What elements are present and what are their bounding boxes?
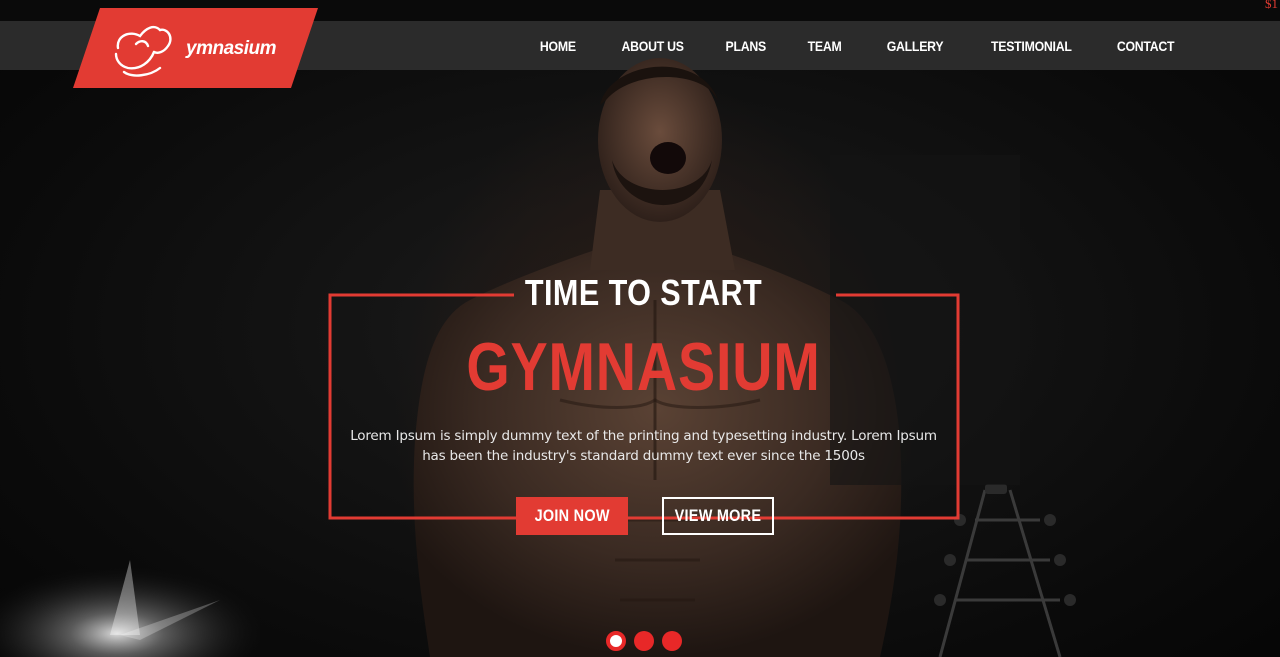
slider-dot-2[interactable] xyxy=(634,631,654,651)
main-nav: HOME ABOUT US PLANS TEAM GALLERY TESTIMO… xyxy=(498,21,1174,70)
view-more-label: VIEW MORE xyxy=(674,506,762,525)
hero-kicker: TIME TO START xyxy=(524,272,763,313)
nav-contact[interactable]: CONTACT xyxy=(1117,38,1175,54)
slider-dot-1[interactable] xyxy=(606,631,626,651)
page: $1 ymnasium HOME ABOUT US PLANS TEAM GAL… xyxy=(0,0,1280,657)
nav-plans[interactable]: PLANS xyxy=(726,38,767,54)
nav-about-us[interactable]: ABOUT US xyxy=(621,38,683,54)
view-more-button[interactable]: VIEW MORE xyxy=(662,497,774,535)
hero-title: GYMNASIUM xyxy=(466,329,821,405)
nav-gallery[interactable]: GALLERY xyxy=(887,38,944,54)
nav-home[interactable]: HOME xyxy=(540,38,576,54)
slider-dot-3[interactable] xyxy=(662,631,682,651)
hero-description: Lorem Ipsum is simply dummy text of the … xyxy=(350,428,937,464)
join-now-button[interactable]: JOIN NOW xyxy=(516,497,628,535)
light-flare xyxy=(0,540,260,657)
slider-dots xyxy=(606,631,682,651)
join-now-label: JOIN NOW xyxy=(534,506,610,525)
flexed-arm-icon xyxy=(114,25,172,77)
site-logo[interactable]: ymnasium xyxy=(73,8,318,88)
nav-testimonial[interactable]: TESTIMONIAL xyxy=(991,38,1072,54)
nav-team[interactable]: TEAM xyxy=(808,38,842,54)
logo-text: ymnasium xyxy=(186,38,276,59)
